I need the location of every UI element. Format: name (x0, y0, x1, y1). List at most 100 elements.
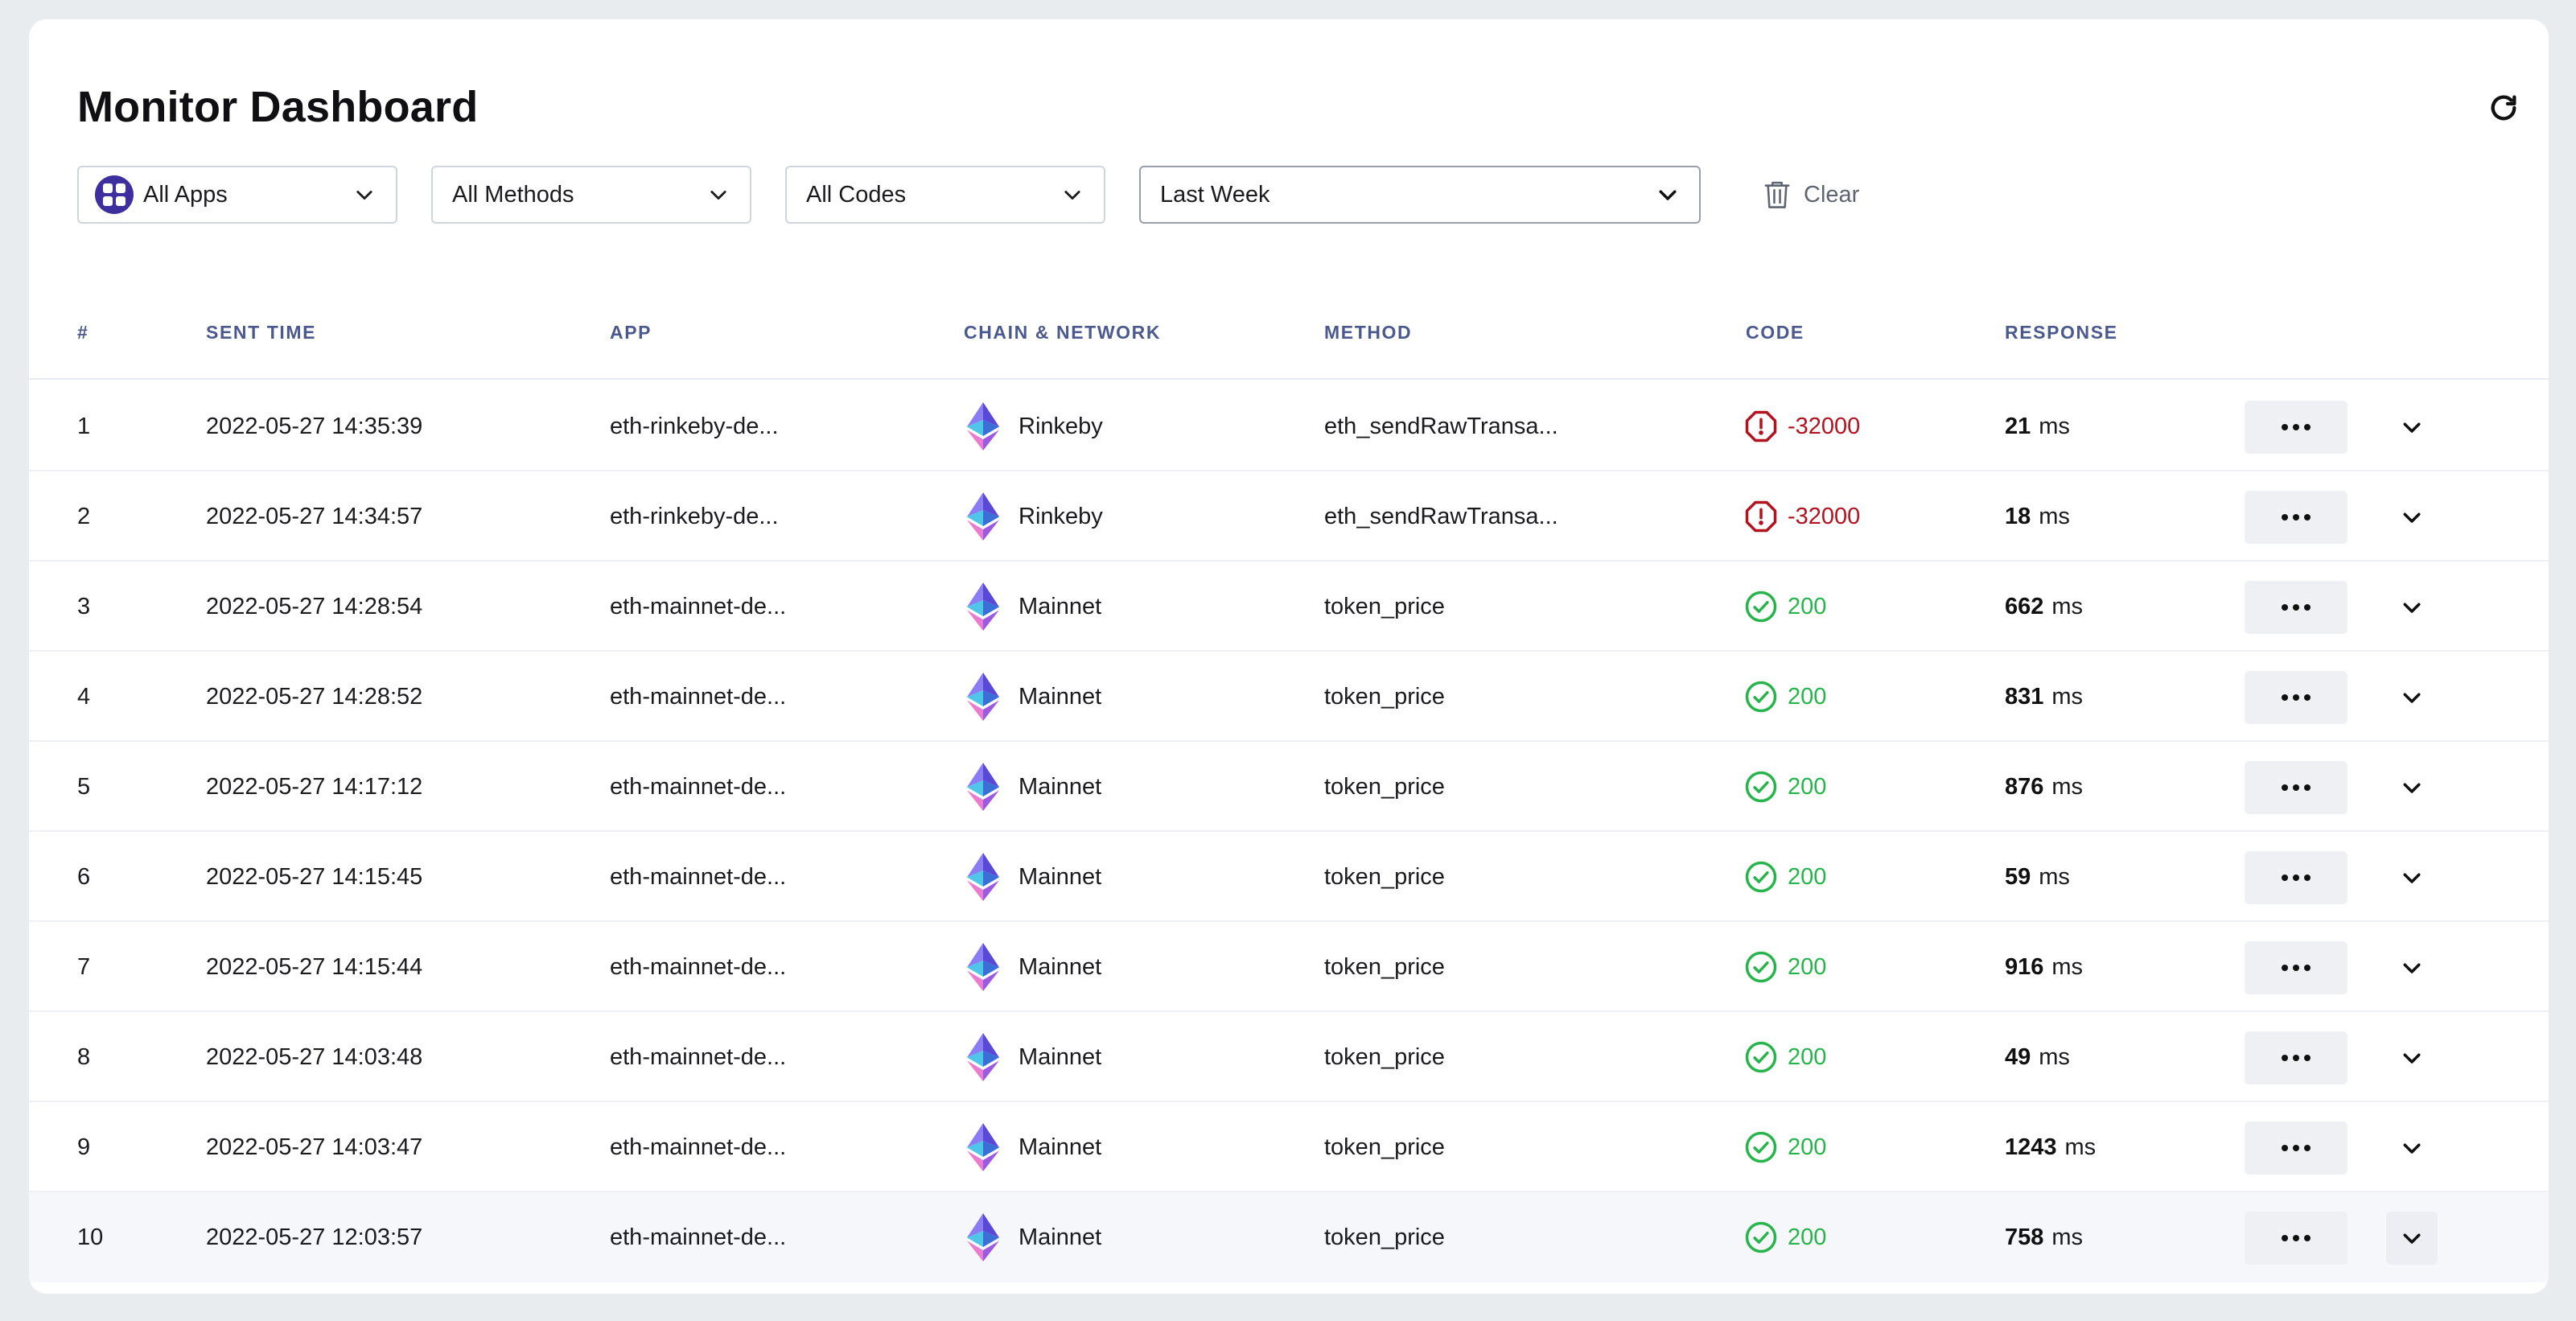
codes-filter-select[interactable]: All Codes (785, 166, 1105, 224)
row-sent-time: 2022-05-27 14:28:52 (206, 683, 423, 710)
methods-filter-select[interactable]: All Methods (431, 166, 751, 224)
clear-filters-button[interactable]: Clear (1763, 166, 1859, 224)
status-code-badge: 200 (1744, 770, 1826, 804)
response-value: 59 (2005, 863, 2031, 890)
response-unit: ms (2051, 683, 2084, 710)
row-sent-time: 2022-05-27 14:15:45 (206, 863, 423, 890)
response-value: 1243 (2005, 1134, 2057, 1160)
chevron-down-icon (2403, 1053, 2421, 1064)
table-row[interactable]: 1 2022-05-27 14:35:39 eth-rinkeby-de... … (29, 381, 2549, 471)
check-circle-icon (1745, 1131, 1777, 1163)
response-unit: ms (2039, 1043, 2070, 1070)
table-row[interactable]: 6 2022-05-27 14:15:45 eth-mainnet-de... … (29, 832, 2549, 922)
row-sent-time: 2022-05-27 14:17:12 (206, 773, 423, 800)
row-app: eth-mainnet-de... (610, 593, 787, 619)
status-code-badge: 200 (1744, 1040, 1826, 1074)
response-value: 758 (2005, 1224, 2044, 1250)
row-app: eth-rinkeby-de... (610, 413, 779, 439)
response-unit: ms (2051, 1224, 2084, 1250)
response-unit: ms (2039, 413, 2070, 439)
expand-row-button[interactable] (2386, 1121, 2438, 1175)
chevron-down-icon (706, 183, 730, 207)
row-method: token_price (1324, 863, 1445, 890)
chevron-down-icon (2403, 873, 2421, 883)
more-horizontal-icon (2279, 1055, 2313, 1061)
row-chain-network: Mainnet (964, 1102, 1101, 1192)
more-horizontal-icon (2279, 965, 2313, 971)
apps-filter-select[interactable]: All Apps (77, 166, 397, 224)
row-chain-network: Rinkeby (964, 471, 1103, 562)
more-actions-button[interactable] (2245, 761, 2348, 814)
expand-row-button[interactable] (2386, 761, 2438, 814)
row-number: 1 (77, 413, 91, 439)
expand-row-button[interactable] (2386, 941, 2438, 994)
response-unit: ms (2039, 863, 2070, 890)
response-value: 21 (2005, 413, 2031, 439)
more-actions-button[interactable] (2245, 401, 2348, 454)
response-value: 876 (2005, 773, 2044, 800)
chevron-down-icon (352, 183, 377, 207)
column-header-method: METHOD (1324, 322, 1413, 343)
apps-filter-label: All Apps (143, 181, 228, 208)
expand-row-button[interactable] (2386, 581, 2438, 634)
row-chain-network: Mainnet (964, 922, 1101, 1012)
table-row[interactable]: 3 2022-05-27 14:28:54 eth-mainnet-de... … (29, 562, 2549, 652)
row-sent-time: 2022-05-27 14:15:44 (206, 953, 423, 980)
expand-row-button[interactable] (2386, 401, 2438, 454)
row-app: eth-mainnet-de... (610, 773, 787, 800)
chevron-down-icon (2403, 1143, 2421, 1154)
row-app: eth-rinkeby-de... (610, 503, 779, 529)
more-actions-button[interactable] (2245, 581, 2348, 634)
status-code-label: -32000 (1788, 413, 1861, 439)
table-row[interactable]: 5 2022-05-27 14:17:12 eth-mainnet-de... … (29, 742, 2549, 832)
expand-row-button[interactable] (2386, 491, 2438, 544)
row-response-time: 758 ms (2005, 1192, 2083, 1282)
table-row[interactable]: 10 2022-05-27 12:03:57 eth-mainnet-de...… (29, 1192, 2549, 1282)
apps-icon (95, 175, 134, 214)
expand-row-button[interactable] (2386, 671, 2438, 724)
row-chain-network: Mainnet (964, 562, 1101, 652)
table-row[interactable]: 2 2022-05-27 14:34:57 eth-rinkeby-de... … (29, 471, 2549, 562)
clear-filters-label: Clear (1804, 181, 1860, 208)
expand-row-button[interactable] (2386, 1212, 2438, 1265)
row-code: 200 (1744, 1192, 1826, 1282)
more-actions-button[interactable] (2245, 491, 2348, 544)
row-code: 200 (1744, 832, 1826, 922)
status-code-badge: 200 (1744, 1130, 1826, 1164)
table-row[interactable]: 4 2022-05-27 14:28:52 eth-mainnet-de... … (29, 652, 2549, 742)
more-horizontal-icon (2279, 514, 2313, 521)
row-response-time: 18 ms (2005, 471, 2070, 562)
response-unit: ms (2064, 1134, 2097, 1160)
more-actions-button[interactable] (2245, 1212, 2348, 1265)
more-actions-button[interactable] (2245, 1031, 2348, 1084)
filter-bar: All Apps All Methods All Codes Last Week (77, 166, 2491, 224)
row-code: 200 (1744, 652, 1826, 742)
more-horizontal-icon (2279, 424, 2313, 430)
status-code-label: 200 (1788, 1134, 1827, 1160)
more-actions-button[interactable] (2245, 1121, 2348, 1175)
refresh-button[interactable] (2486, 90, 2521, 126)
table-row[interactable]: 7 2022-05-27 14:15:44 eth-mainnet-de... … (29, 922, 2549, 1012)
more-actions-button[interactable] (2245, 671, 2348, 724)
more-actions-button[interactable] (2245, 851, 2348, 904)
row-app: eth-mainnet-de... (610, 1224, 787, 1250)
response-value: 18 (2005, 503, 2031, 529)
check-circle-icon (1745, 861, 1777, 893)
more-horizontal-icon (2279, 1235, 2313, 1241)
more-actions-button[interactable] (2245, 941, 2348, 994)
date-range-select[interactable]: Last Week (1139, 166, 1701, 224)
more-horizontal-icon (2279, 604, 2313, 611)
row-code: 200 (1744, 742, 1826, 832)
row-sent-time: 2022-05-27 14:03:47 (206, 1134, 423, 1160)
expand-row-button[interactable] (2386, 1031, 2438, 1084)
expand-row-button[interactable] (2386, 851, 2438, 904)
ethereum-icon (967, 492, 999, 541)
status-code-badge: 200 (1744, 680, 1826, 714)
table-row[interactable]: 8 2022-05-27 14:03:48 eth-mainnet-de... … (29, 1012, 2549, 1102)
row-number: 2 (77, 503, 91, 529)
table-row[interactable]: 9 2022-05-27 14:03:47 eth-mainnet-de... … (29, 1102, 2549, 1192)
row-chain-network: Mainnet (964, 832, 1101, 922)
chevron-down-icon (2403, 963, 2421, 973)
check-circle-icon (1745, 1041, 1777, 1073)
row-method: token_price (1324, 773, 1445, 800)
